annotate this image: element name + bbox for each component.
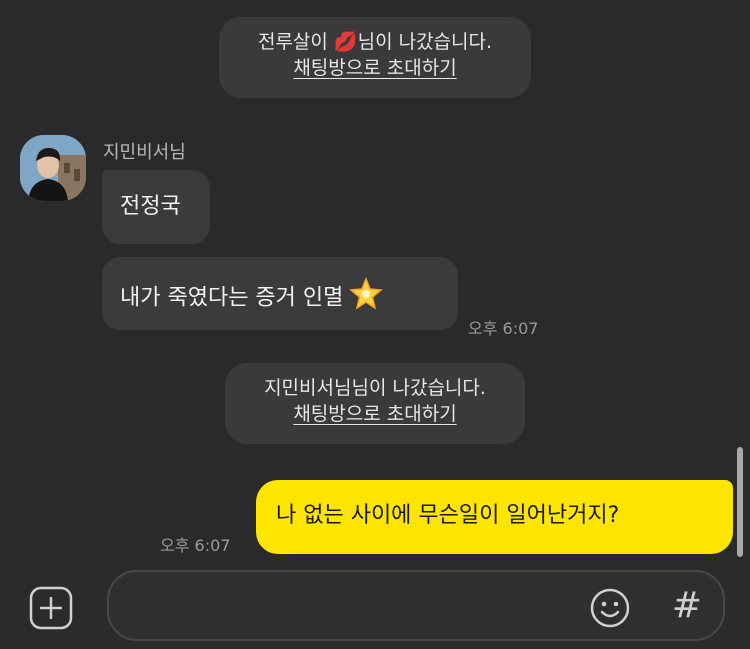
incoming-message-2[interactable]: 내가 죽였다는 증거 인멸 [102, 257, 458, 330]
sender-name: 지민비서님 [103, 142, 186, 163]
system-notice-text: 지민비서님님이 나갔습니다. [264, 377, 486, 399]
outgoing-message[interactable]: 나 없는 사이에 무슨일이 일어난거지? [256, 480, 733, 554]
plus-button[interactable] [29, 586, 73, 630]
message-input[interactable] [129, 586, 573, 626]
plus-icon [29, 586, 73, 630]
incoming-message-1[interactable]: 전정국 [102, 170, 210, 244]
system-notice-left-1: 전루살이 💋님이 나갔습니다. 채팅방으로 초대하기 [219, 17, 531, 98]
message-text: 내가 죽였다는 증거 인멸 [120, 285, 344, 311]
system-notice-left-2: 지민비서님님이 나갔습니다. 채팅방으로 초대하기 [225, 363, 525, 444]
message-time: 오후 6:07 [160, 536, 231, 555]
message-text: 나 없는 사이에 무슨일이 일어난거지? [276, 503, 620, 528]
profile-photo [20, 135, 86, 201]
message-text: 전정국 [120, 194, 181, 219]
message-time: 오후 6:07 [468, 319, 539, 338]
message-input-box[interactable] [107, 570, 725, 641]
hash-icon[interactable]: # [665, 584, 709, 628]
glowing-star-icon [349, 276, 384, 320]
avatar[interactable] [20, 135, 86, 201]
emoji-icon [590, 588, 630, 628]
emoji-button[interactable] [588, 586, 632, 630]
chat-area: 전루살이 💋님이 나갔습니다. 채팅방으로 초대하기 지민비서님 전정국 내가 … [0, 0, 750, 562]
invite-to-chat-link[interactable]: 채팅방으로 초대하기 [293, 401, 456, 427]
invite-to-chat-link[interactable]: 채팅방으로 초대하기 [293, 55, 456, 81]
scrollbar[interactable] [737, 447, 743, 557]
system-notice-text: 전루살이 💋님이 나갔습니다. [257, 31, 493, 53]
